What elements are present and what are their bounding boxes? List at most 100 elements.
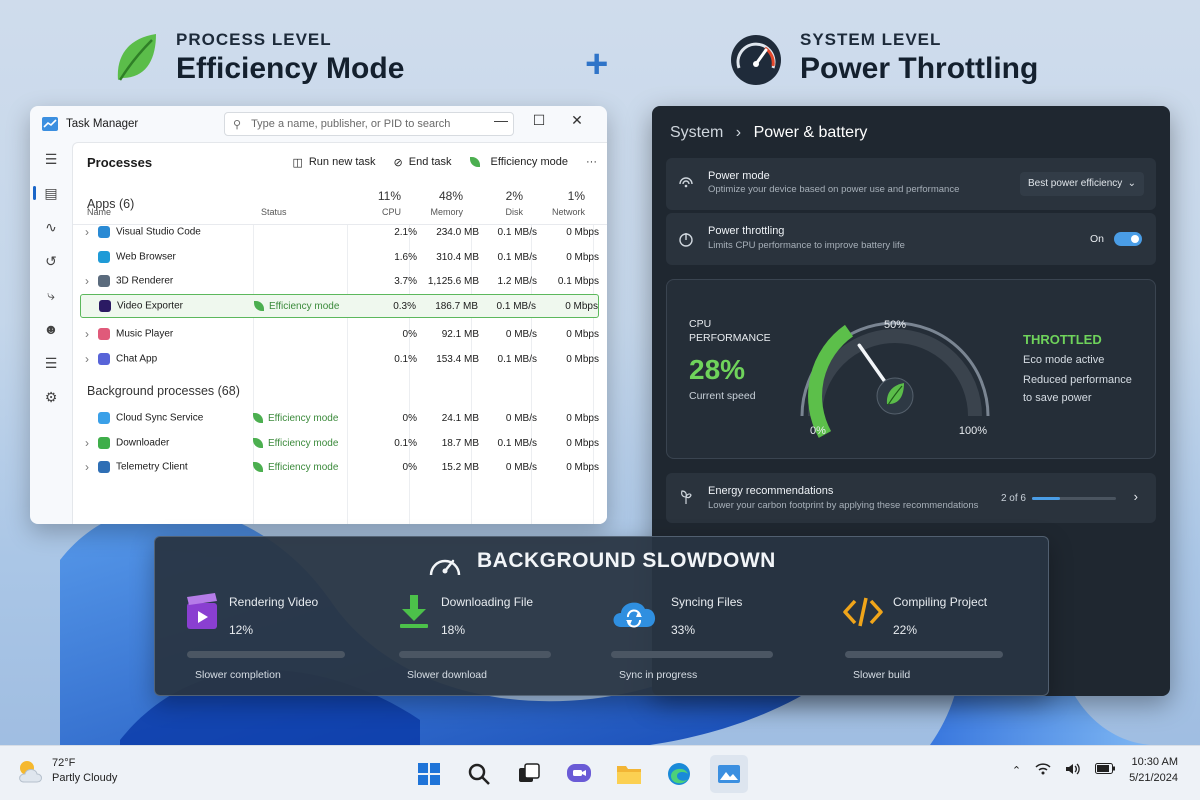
energy-progress-bar	[1032, 497, 1116, 500]
startup-apps-nav-icon[interactable]: ⤷	[30, 278, 72, 312]
status-column-header[interactable]: Status	[261, 181, 341, 225]
table-row[interactable]: › 3D Renderer 3.7% 1,125.6 MB 1.2 MB/s 0.1 Mb…	[73, 269, 607, 293]
header-title: Efficiency Mode	[176, 52, 405, 85]
table-row[interactable]: Web Browser 1.6% 310.4 MB 0.1 MB/s 0 Mbps	[73, 245, 607, 269]
chevron-up-icon[interactable]: ⌃	[1012, 764, 1021, 777]
efficiency-mode-header: PROCESS LEVEL Efficiency Mode	[112, 30, 404, 86]
cell-net: 0 Mbps	[566, 226, 599, 238]
cell-cpu: 0.1%	[394, 437, 417, 449]
cell-mem: 15.2 MB	[441, 461, 479, 473]
maximize-button[interactable]: ☐	[520, 112, 558, 129]
cpu-column-header[interactable]: 11% CPU	[347, 181, 409, 225]
job-name: Downloading File	[441, 595, 534, 609]
power-throttling-toggle[interactable]	[1114, 232, 1142, 246]
chevron-right-icon[interactable]: ›	[85, 327, 89, 341]
more-options-button[interactable]: ···	[586, 156, 597, 168]
minimize-button[interactable]: —	[482, 112, 520, 129]
breadcrumb-system[interactable]: System	[670, 124, 723, 141]
header-kicker: PROCESS LEVEL	[176, 30, 332, 49]
task-manager-window: Task Manager ⚲ Type a name, publisher, o…	[30, 106, 607, 524]
table-row[interactable]: › Chat App 0.1% 153.4 MB 0.1 MB/s 0 Mbps	[73, 347, 607, 371]
volume-icon[interactable]	[1065, 763, 1081, 778]
job-name: Rendering Video	[229, 595, 319, 609]
download-icon	[400, 595, 428, 628]
chevron-right-icon[interactable]: ›	[1134, 489, 1138, 504]
app-history-nav-icon[interactable]: ↺	[30, 244, 72, 278]
process-name: Music Player	[116, 328, 174, 340]
run-new-task-label: Run new task	[308, 156, 376, 168]
cell-cpu: 1.6%	[394, 251, 417, 263]
disk-column-header[interactable]: 2% Disk	[471, 181, 531, 225]
job-caption: Sync in progress	[619, 669, 698, 681]
app-icon	[98, 328, 110, 340]
network-column-header[interactable]: 1% Network	[531, 181, 593, 225]
cpu-performance-gauge-card: CPU PERFORMANCE 28% Current speed 50% 0%…	[666, 279, 1156, 459]
processes-nav-icon[interactable]: ▤	[30, 176, 72, 210]
status-efficiency-mode: Efficiency mode	[253, 462, 338, 473]
job-caption: Slower download	[407, 669, 487, 681]
performance-nav-icon[interactable]: ∿	[30, 210, 72, 244]
toolbar: Processes ◫ Run new task ⊘ End task Effi…	[73, 143, 607, 181]
task-view-icon[interactable]	[510, 755, 548, 793]
clock[interactable]: 10:30 AM 5/21/2024	[1129, 754, 1178, 786]
leaf-icon	[253, 461, 263, 472]
speedometer-icon	[731, 35, 781, 85]
power-mode-dropdown[interactable]: Best power efficiency ⌄	[1020, 172, 1144, 196]
efficiency-mode-button[interactable]: Efficiency mode	[469, 156, 568, 168]
table-row[interactable]: › Telemetry Client Efficiency mode 0% 15.2 M…	[73, 455, 607, 479]
memory-column-header[interactable]: 48% Memory	[409, 181, 471, 225]
gauge-tick-0: 0%	[810, 425, 826, 437]
cell-disk: 1.2 MB/s	[497, 275, 537, 287]
job-caption: Slower completion	[195, 669, 281, 681]
details-nav-icon[interactable]: ☰	[30, 346, 72, 380]
table-row[interactable]: › Downloader Efficiency mode 0.1% 18.7 MB 0.1…	[73, 431, 607, 455]
speedometer-icon	[429, 559, 461, 576]
chat-icon[interactable]	[560, 755, 598, 793]
job-progress-bar	[845, 651, 1003, 658]
new-task-icon: ◫	[292, 156, 303, 169]
edge-icon[interactable]	[660, 755, 698, 793]
cell-cpu: 3.7%	[394, 275, 417, 287]
weather-widget[interactable]: 72°F Partly Cloudy	[16, 756, 117, 786]
chevron-right-icon[interactable]: ›	[85, 274, 89, 288]
cloud-sync-icon	[613, 602, 656, 628]
energy-recommendations-card[interactable]: Energy recommendations Lower your carbon…	[666, 473, 1156, 523]
services-nav-icon[interactable]: ⚙	[30, 380, 72, 414]
wifi-icon[interactable]	[1035, 762, 1051, 778]
chevron-right-icon[interactable]: ›	[85, 436, 89, 450]
close-button[interactable]: ✕	[558, 112, 596, 129]
users-nav-icon[interactable]: ☻	[30, 312, 72, 346]
page-title: Processes	[87, 154, 153, 170]
task-manager-icon	[42, 117, 58, 131]
status-efficiency-mode: Efficiency mode	[253, 438, 338, 449]
process-name: Chat App	[116, 353, 158, 365]
job-rendering-video: Rendering Video 12% Slower completion	[185, 589, 375, 689]
table-row[interactable]: Cloud Sync Service Efficiency mode 0% 24.1 …	[73, 406, 607, 430]
run-new-task-button[interactable]: ◫ Run new task	[292, 156, 375, 169]
search-placeholder: Type a name, publisher, or PID to search	[251, 118, 451, 130]
power-throttling-title: Power throttling	[708, 225, 785, 237]
photos-icon[interactable]	[710, 755, 748, 793]
search-input[interactable]: ⚲ Type a name, publisher, or PID to sear…	[224, 112, 514, 136]
cell-cpu: 0%	[402, 461, 417, 473]
breadcrumb-separator: ›	[735, 124, 742, 141]
file-explorer-icon[interactable]	[610, 755, 648, 793]
job-caption: Slower build	[853, 669, 911, 681]
processes-pane: Processes ◫ Run new task ⊘ End task Effi…	[72, 142, 607, 524]
power-mode-value: Best power efficiency	[1028, 178, 1123, 189]
cell-net: 0 Mbps	[566, 353, 599, 365]
hamburger-menu-icon[interactable]: ☰	[30, 142, 72, 176]
search-icon[interactable]	[460, 755, 498, 793]
header-kicker: SYSTEM LEVEL	[800, 30, 942, 49]
end-task-button[interactable]: ⊘ End task	[394, 156, 452, 169]
table-row[interactable]: Video Exporter Efficiency mode 0.3% 186.7 M…	[80, 294, 599, 318]
table-row[interactable]: › Music Player 0% 92.1 MB 0 MB/s 0 Mbps	[73, 322, 607, 346]
chevron-right-icon[interactable]: ›	[85, 460, 89, 474]
battery-icon[interactable]	[1095, 763, 1116, 777]
chevron-right-icon[interactable]: ›	[85, 352, 89, 366]
table-row[interactable]: › Visual Studio Code 2.1% 234.0 MB 0.1 MB/s 0…	[73, 220, 607, 244]
chevron-right-icon[interactable]: ›	[85, 225, 89, 239]
app-icon	[98, 226, 110, 238]
start-icon[interactable]	[410, 755, 448, 793]
app-icon	[98, 353, 110, 365]
